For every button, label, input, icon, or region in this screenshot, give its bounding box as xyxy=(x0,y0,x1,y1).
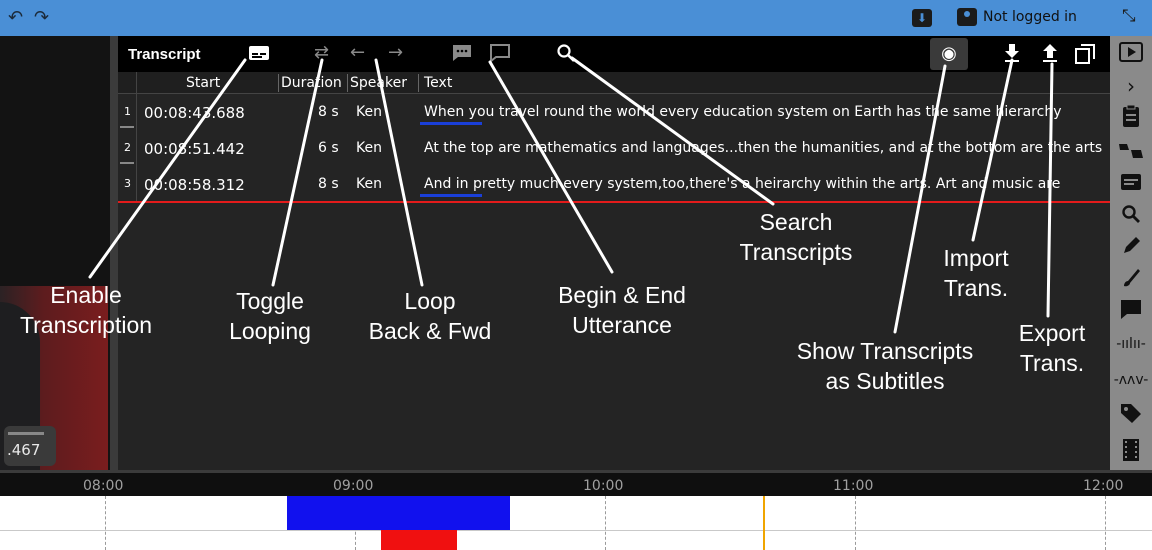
thumbs-icon[interactable] xyxy=(1110,140,1152,167)
timeline-gridline xyxy=(1105,496,1106,550)
current-position-line xyxy=(118,201,1110,203)
redo-icon[interactable]: ↷ xyxy=(34,7,49,28)
login-text: Not logged in xyxy=(983,9,1077,25)
annotation-show-subtitles: Show Transcripts as Subtitles xyxy=(796,338,974,394)
top-bar: ↶ ↷ ⬇ Not logged in ⤡ xyxy=(0,0,1152,36)
column-header-duration[interactable]: Duration xyxy=(281,75,342,93)
transcript-column-headers: Start Duration Speaker Text xyxy=(118,72,1110,94)
annotation-begin-end-utterance: Begin & End Utterance xyxy=(558,282,686,338)
row-start-time[interactable]: 00:08:51.442 xyxy=(144,140,245,158)
arrow-back-icon[interactable]: ← xyxy=(350,42,365,64)
row-number: 2 xyxy=(124,141,131,154)
annotation-export-trans: Export Trans. xyxy=(1018,320,1086,376)
comment-end-icon[interactable] xyxy=(490,44,510,68)
timeline-segment-red[interactable] xyxy=(381,530,457,550)
timeline-tick-label: 08:00 xyxy=(83,478,124,494)
eye-icon[interactable]: ◉ xyxy=(930,38,968,70)
timeline-gridline xyxy=(855,496,856,550)
timeline-tick-label: 09:00 xyxy=(333,478,374,494)
search-icon[interactable] xyxy=(556,43,576,69)
waveform-alt-icon[interactable]: -ʌʌv- xyxy=(1110,372,1152,388)
column-separator[interactable] xyxy=(418,74,419,92)
search-panel-icon[interactable] xyxy=(1110,204,1152,229)
column-separator[interactable] xyxy=(347,74,348,92)
timeline-tick-label: 10:00 xyxy=(583,478,624,494)
row-tick xyxy=(120,126,134,128)
row-duration[interactable]: 8 s xyxy=(318,104,339,120)
row-text[interactable]: At the top are mathematics and languages… xyxy=(424,140,1110,156)
subtitles-icon[interactable] xyxy=(248,44,270,68)
annotation-loop-back-fwd: Loop Back & Fwd xyxy=(368,288,492,344)
track-divider xyxy=(0,530,1152,531)
utterance-underline xyxy=(420,194,482,197)
row-text[interactable]: And in pretty much every system,too,ther… xyxy=(424,176,1110,192)
row-start-time[interactable]: 00:08:58.312 xyxy=(144,176,245,194)
row-duration[interactable]: 8 s xyxy=(318,176,339,192)
column-header-text[interactable]: Text xyxy=(424,75,452,93)
film-icon[interactable] xyxy=(1110,438,1152,467)
row-number: 3 xyxy=(124,177,131,190)
row-start-time[interactable]: 00:08:43.688 xyxy=(144,104,245,122)
video-time-label: .467 xyxy=(7,441,41,459)
transcript-toolbar: Transcript ⇄ ← → ◉ xyxy=(118,36,1110,72)
clipboard-icon[interactable] xyxy=(1110,104,1152,133)
row-text[interactable]: When you travel round the world every ed… xyxy=(424,104,1110,120)
subtitles-panel-icon[interactable] xyxy=(1110,172,1152,197)
transcript-row[interactable]: 2 00:08:51.442 6 s Ken At the top are ma… xyxy=(118,134,1110,166)
comment-begin-icon[interactable] xyxy=(452,44,472,68)
column-separator[interactable] xyxy=(278,74,279,92)
arrow-forward-icon[interactable]: → xyxy=(388,42,403,64)
row-duration[interactable]: 6 s xyxy=(318,140,339,156)
transcript-row[interactable]: 1 00:08:43.688 8 s Ken When you travel r… xyxy=(118,98,1110,130)
loop-icon[interactable]: ⇄ xyxy=(314,42,329,64)
download-icon[interactable]: ⬇ xyxy=(912,9,932,27)
pencil-icon[interactable] xyxy=(1110,234,1152,261)
row-number-gutter xyxy=(136,72,137,202)
panel-splitter[interactable] xyxy=(110,36,118,470)
waveform-icon[interactable]: -ıılıı- xyxy=(1110,336,1152,352)
export-icon[interactable] xyxy=(1042,43,1058,69)
copy-icon[interactable] xyxy=(1074,43,1098,71)
utterance-underline xyxy=(420,122,482,125)
timeline-ruler[interactable]: 08:00 09:00 10:00 11:00 12:00 xyxy=(0,470,1152,496)
right-toolbar: › -ıılıı- -ʌʌv- xyxy=(1110,36,1152,470)
timeline-tick-label: 12:00 xyxy=(1083,478,1124,494)
comment-panel-icon[interactable] xyxy=(1110,298,1152,325)
collapse-icon[interactable]: ⤡ xyxy=(1122,6,1136,26)
annotation-toggle-looping: Toggle Looping xyxy=(229,288,311,344)
timeline-playhead[interactable] xyxy=(763,496,765,550)
annotation-import-trans: Import Trans. xyxy=(943,245,1009,301)
undo-icon[interactable]: ↶ xyxy=(8,7,23,28)
row-speaker[interactable]: Ken xyxy=(356,140,382,156)
brush-icon[interactable] xyxy=(1110,266,1152,293)
annotation-search-transcripts: Search Transcripts xyxy=(739,209,853,265)
timeline-tick-label: 11:00 xyxy=(833,478,874,494)
user-icon xyxy=(957,8,977,26)
panel-title: Transcript xyxy=(128,46,201,63)
timeline-track[interactable] xyxy=(0,496,1152,550)
video-time-bar xyxy=(8,432,44,435)
tag-icon[interactable] xyxy=(1110,402,1152,429)
login-status[interactable]: Not logged in xyxy=(957,8,1077,26)
timeline-gridline xyxy=(105,496,106,550)
row-tick xyxy=(120,162,134,164)
timeline-segment-blue[interactable] xyxy=(287,496,510,530)
row-speaker[interactable]: Ken xyxy=(356,176,382,192)
column-header-start[interactable]: Start xyxy=(186,75,220,93)
row-number: 1 xyxy=(124,105,131,118)
annotation-enable-transcription: Enable Transcription xyxy=(19,282,153,338)
column-header-speaker[interactable]: Speaker xyxy=(350,75,407,93)
import-icon[interactable] xyxy=(1004,43,1020,69)
transcript-row[interactable]: 3 00:08:58.312 8 s Ken And in pretty muc… xyxy=(118,170,1110,202)
timeline-gridline xyxy=(605,496,606,550)
chevron-right-icon[interactable]: › xyxy=(1110,74,1152,98)
play-panel-icon[interactable] xyxy=(1119,42,1143,62)
video-time-badge: .467 xyxy=(4,426,56,466)
row-speaker[interactable]: Ken xyxy=(356,104,382,120)
video-player[interactable]: .467 xyxy=(0,36,110,470)
